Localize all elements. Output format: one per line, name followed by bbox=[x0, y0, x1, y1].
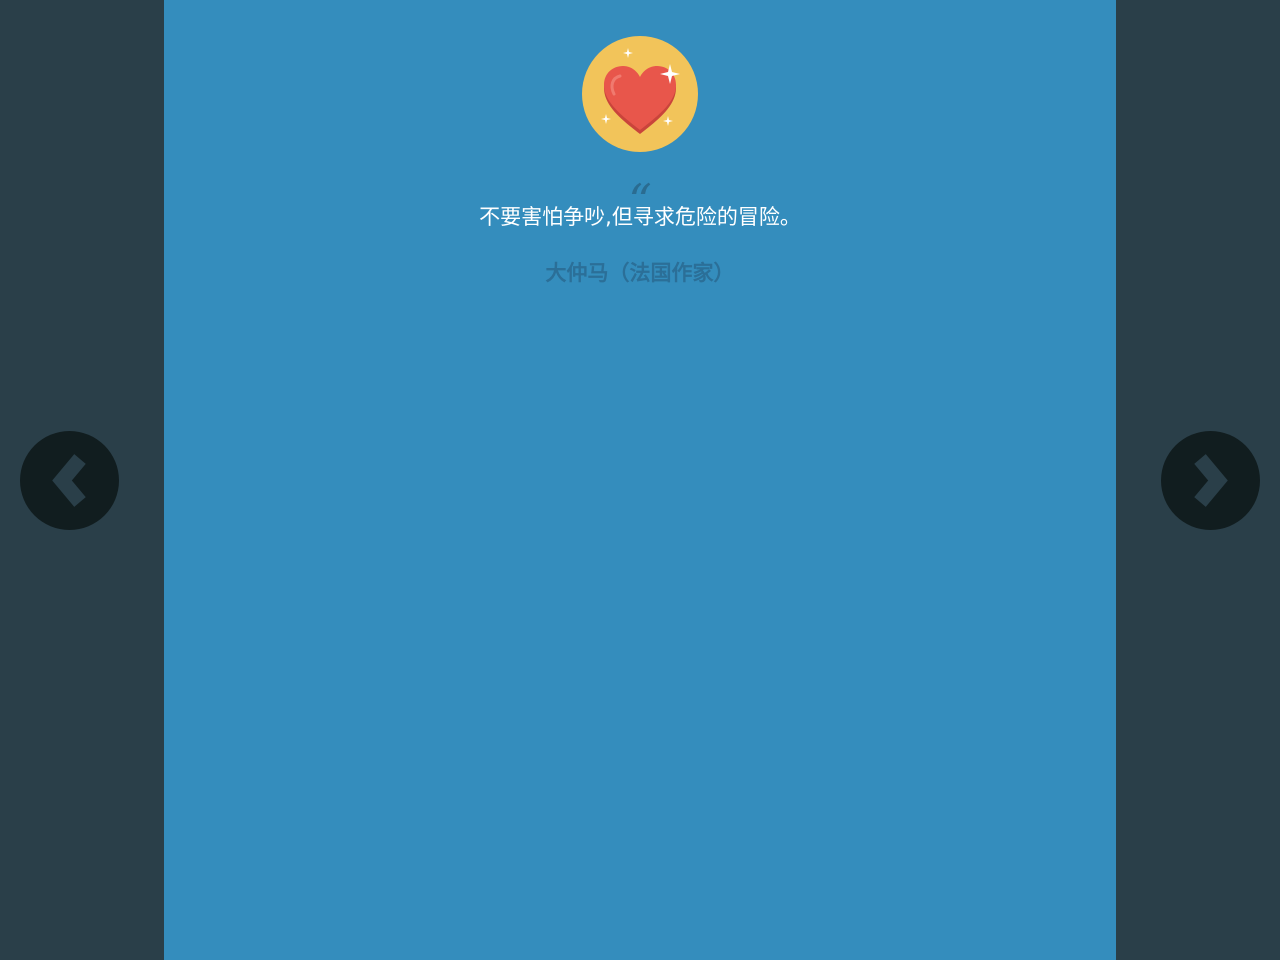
chevron-right-icon bbox=[1194, 454, 1228, 507]
quote-author: 大仲马（法国作家） bbox=[545, 261, 735, 285]
previous-button[interactable] bbox=[20, 431, 119, 530]
heart-sparkle-icon bbox=[582, 36, 698, 152]
page: “ 不要害怕争吵,但寻求危险的冒险。 大仲马（法国作家） bbox=[0, 0, 1280, 960]
heart-badge bbox=[582, 36, 698, 152]
chevron-left-icon bbox=[52, 454, 86, 507]
quote-card: “ 不要害怕争吵,但寻求危险的冒险。 大仲马（法国作家） bbox=[164, 0, 1116, 960]
quote-text: 不要害怕争吵,但寻求危险的冒险。 bbox=[479, 205, 801, 229]
next-button[interactable] bbox=[1161, 431, 1260, 530]
